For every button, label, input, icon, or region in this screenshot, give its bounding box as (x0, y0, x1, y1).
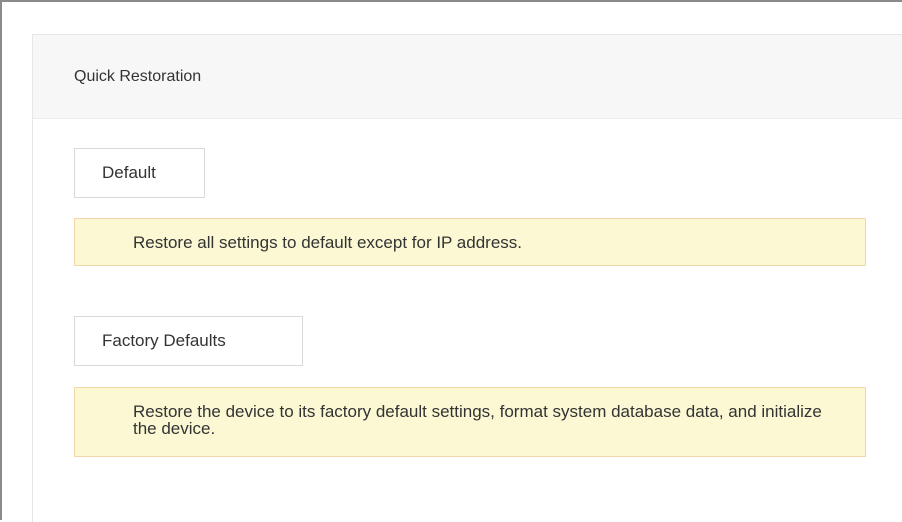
factory-defaults-note-text: Restore the device to its factory defaul… (133, 402, 822, 438)
default-note: Restore all settings to default except f… (74, 218, 866, 266)
panel-title: Quick Restoration (74, 67, 202, 85)
default-button[interactable]: Default (74, 148, 205, 198)
factory-defaults-note: Restore the device to its factory defaul… (74, 387, 866, 457)
quick-restoration-panel: Quick Restoration Default Restore all se… (32, 34, 902, 522)
panel-header: Quick Restoration (33, 35, 902, 119)
default-note-text: Restore all settings to default except f… (133, 232, 523, 252)
factory-defaults-button[interactable]: Factory Defaults (74, 316, 303, 366)
window-frame: Quick Restoration Default Restore all se… (0, 0, 902, 522)
